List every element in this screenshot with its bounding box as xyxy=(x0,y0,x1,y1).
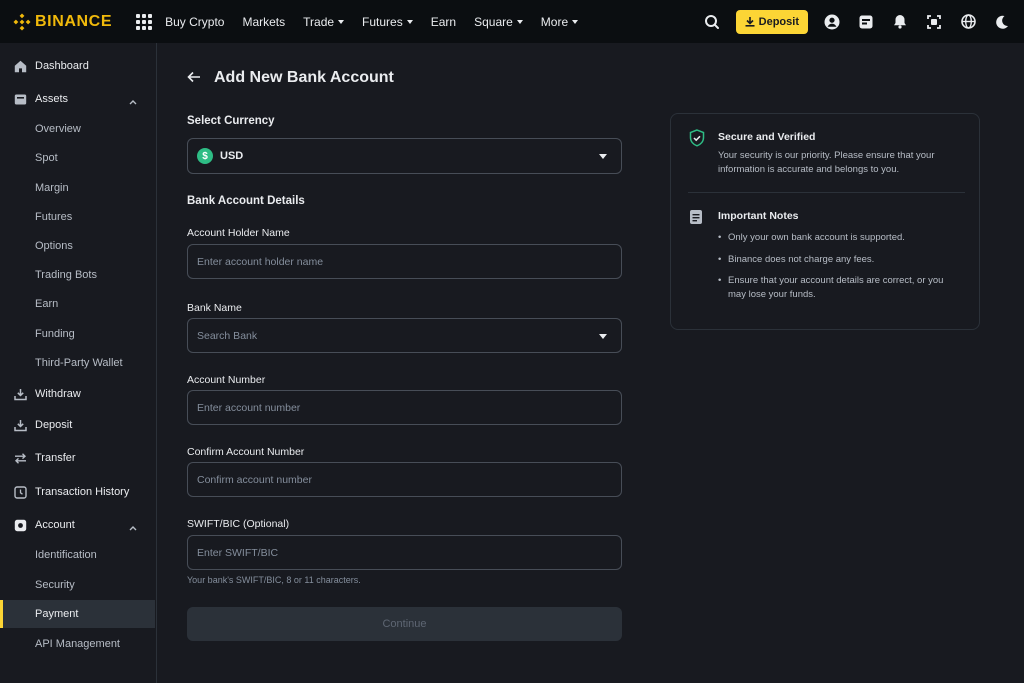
document-icon xyxy=(689,209,703,230)
holder-name-input[interactable] xyxy=(197,255,621,268)
main-nav: Buy Crypto Markets Trade Futures Earn Sq… xyxy=(165,15,596,29)
swift-input[interactable] xyxy=(197,546,621,559)
continue-button[interactable]: Continue xyxy=(187,607,622,641)
user-icon[interactable] xyxy=(822,12,842,32)
swift-hint: Your bank's SWIFT/BIC, 8 or 11 character… xyxy=(187,575,361,585)
theme-moon-icon[interactable] xyxy=(992,12,1012,32)
top-right-actions: Deposit xyxy=(702,0,1012,43)
history-icon xyxy=(13,485,27,499)
search-icon[interactable] xyxy=(702,12,722,32)
chevron-up-icon xyxy=(129,96,137,108)
swift-label: SWIFT/BIC (Optional) xyxy=(187,518,290,530)
bank-search-input[interactable] xyxy=(197,329,621,342)
confirm-account-input[interactable] xyxy=(197,473,621,486)
caret-down-icon xyxy=(599,154,607,159)
sidebar-item-trading-bots[interactable]: Trading Bots xyxy=(0,261,155,289)
account-number-input[interactable] xyxy=(197,401,621,414)
sidebar-item-identification[interactable]: Identification xyxy=(0,541,155,569)
note-item: Ensure that your account details are cor… xyxy=(718,274,958,302)
nav-buy-crypto[interactable]: Buy Crypto xyxy=(165,15,224,29)
confirm-account-label: Confirm Account Number xyxy=(187,446,305,458)
main-content: Add New Bank Account Select Currency $ U… xyxy=(157,43,1024,683)
note-item: Binance does not charge any fees. xyxy=(718,253,958,267)
usd-coin-icon: $ xyxy=(197,148,213,164)
notes-title: Important Notes xyxy=(718,210,799,222)
secure-text: Your security is our priority. Please en… xyxy=(718,150,935,175)
sidebar-item-account[interactable]: Account xyxy=(0,511,155,539)
caret-down-icon xyxy=(406,19,413,24)
currency-value: USD xyxy=(220,150,244,162)
sidebar-item-dashboard[interactable]: Dashboard xyxy=(0,52,155,80)
apps-grid-icon[interactable] xyxy=(136,13,153,30)
sidebar-item-spot[interactable]: Spot xyxy=(0,144,155,172)
bank-details-label: Bank Account Details xyxy=(187,195,305,207)
info-card: Secure and Verified Your security is our… xyxy=(670,113,980,330)
swift-field[interactable] xyxy=(187,535,622,570)
sidebar-item-payment[interactable]: Payment xyxy=(0,600,155,628)
globe-icon[interactable] xyxy=(958,12,978,32)
account-number-field[interactable] xyxy=(187,390,622,425)
top-navigation-bar: BINANCE Buy Crypto Markets Trade Futures… xyxy=(0,0,1024,43)
divider xyxy=(688,192,965,193)
sidebar-item-futures[interactable]: Futures xyxy=(0,203,155,231)
binance-logo-icon xyxy=(13,12,31,31)
bank-name-label: Bank Name xyxy=(187,302,242,314)
binance-logo[interactable]: BINANCE xyxy=(13,13,112,31)
caret-down-icon xyxy=(572,19,579,24)
nav-more[interactable]: More xyxy=(541,15,579,29)
bell-icon[interactable] xyxy=(890,12,910,32)
caret-down-icon xyxy=(516,19,523,24)
wallet-icon xyxy=(13,92,27,106)
sidebar: Dashboard Assets Overview Spot Margin Fu… xyxy=(0,43,157,683)
sidebar-item-deposit[interactable]: Deposit xyxy=(0,411,155,439)
sidebar-item-assets[interactable]: Assets xyxy=(0,85,155,113)
caret-down-icon xyxy=(338,19,345,24)
nav-trade[interactable]: Trade xyxy=(303,15,345,29)
deposit-button[interactable]: Deposit xyxy=(735,9,808,34)
chevron-up-icon xyxy=(129,522,137,534)
confirm-account-field[interactable] xyxy=(187,462,622,497)
nav-markets[interactable]: Markets xyxy=(242,15,285,29)
sidebar-item-margin[interactable]: Margin xyxy=(0,174,155,202)
orders-icon[interactable] xyxy=(856,12,876,32)
download-arrow-icon xyxy=(745,16,755,27)
bank-name-select[interactable] xyxy=(187,318,622,353)
download-icon[interactable] xyxy=(924,12,944,32)
sidebar-item-security[interactable]: Security xyxy=(0,571,155,599)
nav-square[interactable]: Square xyxy=(474,15,523,29)
account-icon xyxy=(13,518,27,532)
sidebar-item-overview[interactable]: Overview xyxy=(0,115,155,143)
account-number-label: Account Number xyxy=(187,374,266,386)
shield-check-icon xyxy=(689,129,705,152)
deposit-icon xyxy=(13,418,27,432)
currency-select[interactable]: $ USD xyxy=(187,138,622,174)
sidebar-item-options[interactable]: Options xyxy=(0,232,155,260)
sidebar-item-api-management[interactable]: API Management xyxy=(0,630,155,658)
page-title: Add New Bank Account xyxy=(214,69,394,86)
back-arrow-icon[interactable] xyxy=(187,70,201,88)
withdraw-icon xyxy=(13,387,27,401)
nav-earn[interactable]: Earn xyxy=(431,15,456,29)
sidebar-item-transaction-history[interactable]: Transaction History xyxy=(0,478,155,506)
holder-name-field[interactable] xyxy=(187,244,622,279)
home-icon xyxy=(13,59,27,73)
select-currency-label: Select Currency xyxy=(187,115,275,127)
sidebar-item-earn[interactable]: Earn xyxy=(0,290,155,318)
secure-title: Secure and Verified xyxy=(718,131,816,143)
transfer-icon xyxy=(13,451,27,465)
holder-name-label: Account Holder Name xyxy=(187,227,290,239)
sidebar-item-withdraw[interactable]: Withdraw xyxy=(0,380,155,408)
note-item: Only your own bank account is supported. xyxy=(718,231,958,245)
sidebar-item-funding[interactable]: Funding xyxy=(0,320,155,348)
caret-down-icon xyxy=(599,334,607,339)
sidebar-item-third-party-wallet[interactable]: Third-Party Wallet xyxy=(0,349,155,377)
brand-name: BINANCE xyxy=(35,12,113,30)
sidebar-item-transfer[interactable]: Transfer xyxy=(0,444,155,472)
nav-futures[interactable]: Futures xyxy=(362,15,413,29)
